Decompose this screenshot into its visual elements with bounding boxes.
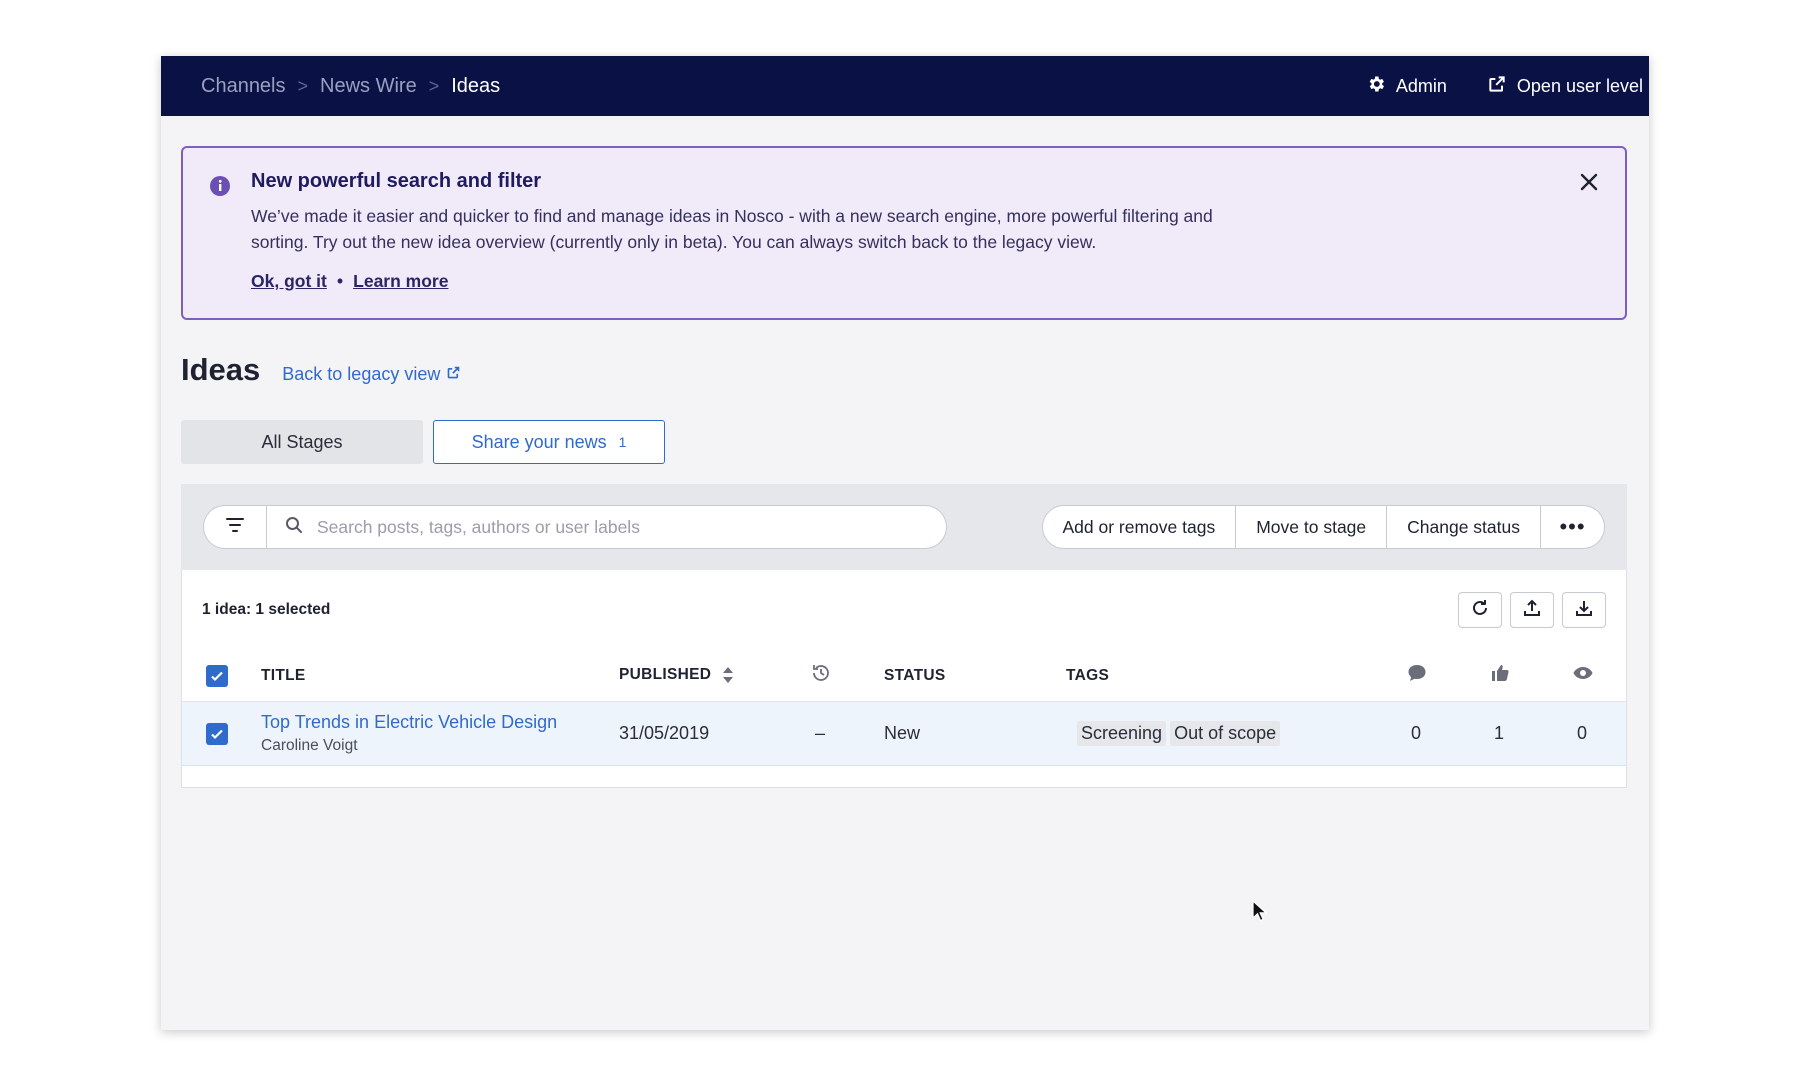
views-count: 0 (1577, 723, 1588, 743)
gear-icon (1366, 74, 1386, 99)
banner-links: Ok, got it • Learn more (251, 271, 1595, 292)
idea-title-link[interactable]: Top Trends in Electric Vehicle Design (261, 712, 557, 733)
idea-author: Caroline Voigt (261, 737, 358, 754)
tag-chip[interactable]: Screening (1077, 721, 1167, 746)
likes-count: 1 (1494, 723, 1505, 743)
mouse-cursor-icon (1252, 899, 1268, 922)
select-all-checkbox[interactable] (206, 664, 228, 687)
breadcrumb-channels[interactable]: Channels (201, 75, 286, 98)
banner-text: We’ve made it easier and quicker to find… (251, 206, 1213, 252)
breadcrumb-news-wire[interactable]: News Wire (320, 75, 417, 98)
bulk-action-group: Add or remove tags Move to stage Change … (1041, 505, 1605, 549)
move-to-stage-button[interactable]: Move to stage (1236, 505, 1388, 549)
top-bar: Channels > News Wire > Ideas Admin Open … (161, 56, 1649, 116)
search-box (267, 505, 947, 549)
column-title[interactable]: TITLE (261, 667, 306, 685)
search-icon (285, 516, 303, 539)
info-icon (209, 175, 231, 197)
search-group (203, 505, 947, 549)
stage-tabs: All Stages Share your news 1 (181, 420, 1627, 464)
table-header: TITLE PUBLISHED STATUS TAGS (182, 650, 1626, 702)
external-link-icon (446, 364, 461, 385)
search-input[interactable] (315, 515, 928, 539)
upload-icon (1522, 598, 1542, 623)
list-icon-buttons (1458, 592, 1606, 628)
published-date: 31/05/2019 (619, 723, 710, 743)
filter-icon (225, 515, 245, 540)
idea-title-cell: Top Trends in Electric Vehicle Design Ca… (261, 712, 557, 755)
tab-all-stages-label: All Stages (261, 431, 343, 452)
tab-share-your-news[interactable]: Share your news 1 (433, 420, 665, 464)
comments-count: 0 (1411, 723, 1422, 743)
more-actions-button[interactable]: ••• (1541, 505, 1605, 549)
banner-bullet: • (336, 271, 344, 291)
updated-value: – (815, 723, 826, 743)
admin-label: Admin (1395, 75, 1447, 96)
refresh-button[interactable] (1458, 592, 1502, 628)
add-or-remove-tags-button[interactable]: Add or remove tags (1041, 505, 1237, 549)
sort-icon (722, 667, 733, 684)
download-button[interactable] (1562, 592, 1606, 628)
open-user-level-link[interactable]: Open user level (1487, 74, 1643, 99)
banner-title: New powerful search and filter (251, 170, 542, 192)
column-tags: TAGS (1066, 666, 1110, 684)
tab-share-your-news-label: Share your news (471, 431, 607, 452)
checkbox-checked (206, 722, 228, 745)
topbar-actions: Admin Open user level (1366, 74, 1643, 99)
info-banner: New powerful search and filter We’ve mad… (181, 146, 1627, 320)
stage-count-badge: 1 (618, 434, 627, 450)
page-title: Ideas (181, 352, 261, 387)
comment-icon (1406, 662, 1428, 689)
thumbs-up-icon (1489, 662, 1511, 689)
column-status[interactable]: STATUS (884, 667, 946, 685)
filter-button[interactable] (203, 505, 267, 549)
legacy-link-label: Back to legacy view (282, 364, 441, 384)
external-link-icon (1487, 74, 1507, 99)
breadcrumb-separator: > (428, 75, 440, 96)
row-checkbox[interactable] (206, 722, 228, 745)
checkbox-checked (206, 664, 228, 687)
tag-chip[interactable]: Out of scope (1170, 721, 1281, 746)
tab-all-stages[interactable]: All Stages (181, 420, 423, 464)
page-header: Ideas Back to legacy view (181, 352, 1627, 388)
breadcrumb-ideas: Ideas (451, 74, 501, 97)
eye-icon (1572, 662, 1594, 689)
back-to-legacy-view-link[interactable]: Back to legacy view (282, 364, 461, 385)
tags-cell: Screening Out of scope (1077, 721, 1284, 746)
status-value: New (884, 723, 921, 743)
export-button[interactable] (1510, 592, 1554, 628)
column-published-label: PUBLISHED (619, 666, 712, 684)
ok-got-it-link[interactable]: Ok, got it (251, 271, 327, 292)
checkmark-icon (211, 729, 223, 739)
column-published[interactable]: PUBLISHED (619, 666, 734, 684)
breadcrumb: Channels > News Wire > Ideas (201, 75, 500, 98)
toolbar: Add or remove tags Move to stage Change … (181, 484, 1627, 570)
open-user-level-label: Open user level (1516, 75, 1643, 96)
table-row[interactable]: Top Trends in Electric Vehicle Design Ca… (182, 702, 1626, 766)
app-window: Channels > News Wire > Ideas Admin Open … (161, 56, 1649, 1030)
idea-list-panel: 1 idea: 1 selected TITLE PUBLISHED STATU… (181, 570, 1627, 788)
admin-link[interactable]: Admin (1366, 74, 1447, 99)
main-content: New powerful search and filter We’ve mad… (161, 116, 1649, 788)
checkmark-icon (211, 671, 223, 681)
refresh-icon (1470, 598, 1490, 623)
history-icon (810, 662, 832, 689)
list-meta: 1 idea: 1 selected (182, 570, 1626, 650)
change-status-button[interactable]: Change status (1387, 505, 1541, 549)
breadcrumb-separator: > (297, 75, 309, 96)
selection-count: 1 idea: 1 selected (202, 601, 331, 618)
learn-more-link[interactable]: Learn more (353, 271, 448, 292)
download-icon (1574, 598, 1594, 623)
close-icon[interactable] (1577, 170, 1601, 194)
